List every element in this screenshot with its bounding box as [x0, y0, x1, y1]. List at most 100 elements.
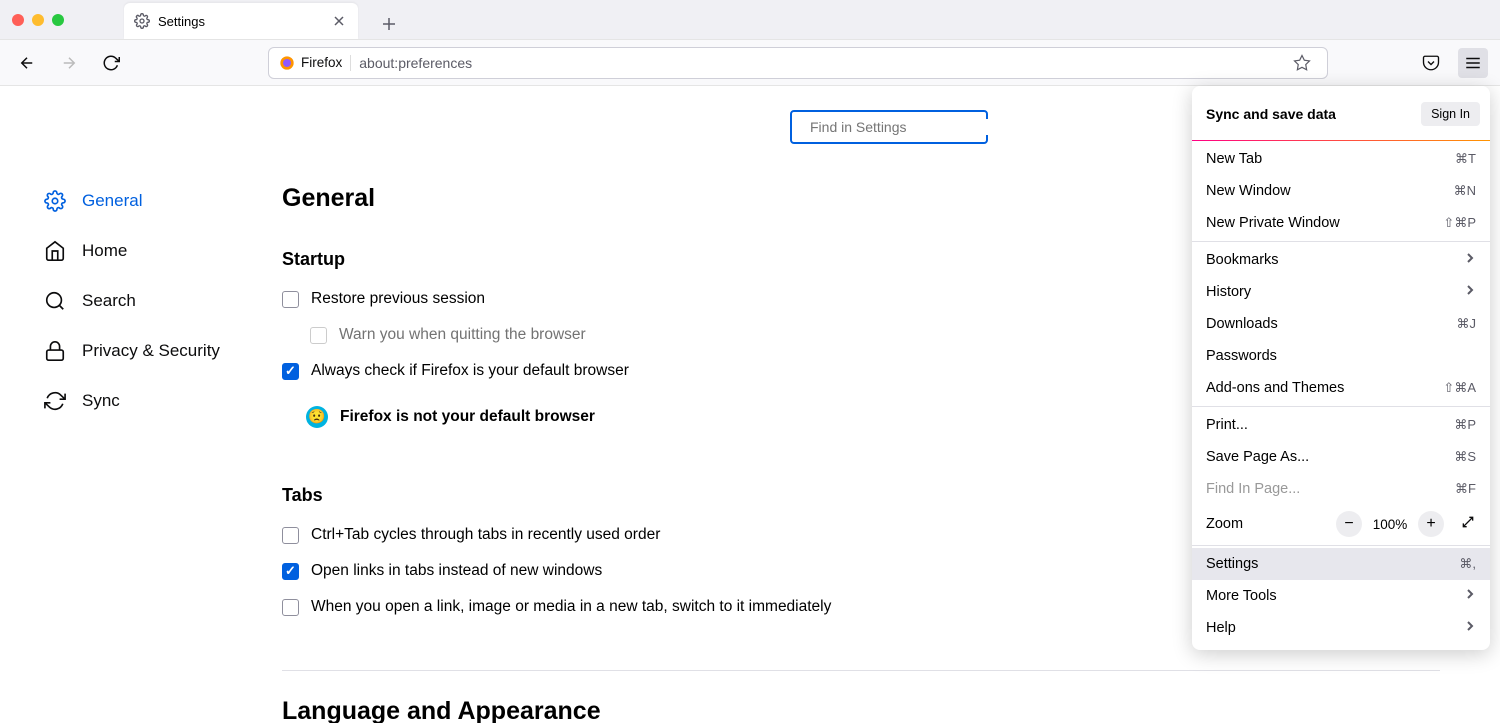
- lock-icon: [44, 340, 66, 362]
- menu-item-label: More Tools: [1206, 588, 1277, 604]
- browser-tab-settings[interactable]: Settings: [124, 3, 358, 39]
- menu-new-tab[interactable]: New Tab ⌘T: [1192, 143, 1490, 175]
- new-tab-button[interactable]: [374, 9, 404, 39]
- menu-item-shortcut: ⌘P: [1454, 417, 1476, 433]
- plus-icon: [382, 17, 396, 31]
- checkbox-label: Open links in tabs instead of new window…: [311, 562, 602, 580]
- tab-close-button[interactable]: [330, 12, 348, 30]
- chevron-right-icon: [1464, 252, 1476, 268]
- sad-face-icon: 😟: [306, 406, 328, 428]
- arrow-right-icon: [60, 54, 78, 72]
- app-menu-panel: Sync and save data Sign In New Tab ⌘T Ne…: [1192, 86, 1490, 650]
- urlbar-chip-label: Firefox: [301, 55, 342, 70]
- app-menu-button[interactable]: [1458, 48, 1488, 78]
- settings-sidebar: General Home Search Privacy & Security S…: [0, 86, 248, 723]
- menu-item-label: Passwords: [1206, 348, 1277, 364]
- menu-item-label: Downloads: [1206, 316, 1278, 332]
- window-close[interactable]: [12, 14, 24, 26]
- checkbox-label: Restore previous session: [311, 290, 485, 308]
- tab-strip: Settings: [124, 0, 404, 39]
- menu-addons[interactable]: Add-ons and Themes ⇧⌘A: [1192, 372, 1490, 404]
- menu-item-shortcut: ⌘T: [1455, 151, 1476, 167]
- home-icon: [44, 240, 66, 262]
- menu-print[interactable]: Print... ⌘P: [1192, 409, 1490, 441]
- menu-item-label: Add-ons and Themes: [1206, 380, 1344, 396]
- menu-more-tools[interactable]: More Tools: [1192, 580, 1490, 612]
- settings-search[interactable]: [790, 110, 988, 144]
- warn-quit-checkbox: [310, 327, 327, 344]
- sidebar-item-label: General: [82, 191, 142, 211]
- search-icon: [44, 290, 66, 312]
- url-bar[interactable]: Firefox about:preferences: [268, 47, 1328, 79]
- zoom-value: 100%: [1368, 517, 1412, 532]
- menu-settings[interactable]: Settings ⌘,: [1192, 548, 1490, 580]
- menu-item-label: New Private Window: [1206, 215, 1340, 231]
- checkbox-label: Warn you when quitting the browser: [339, 326, 586, 344]
- traffic-lights: [12, 14, 64, 26]
- urlbar-identity-chip[interactable]: Firefox: [279, 55, 351, 71]
- zoom-in-button[interactable]: +: [1418, 511, 1444, 537]
- menu-bookmarks[interactable]: Bookmarks: [1192, 244, 1490, 276]
- menu-item-shortcut: ⇧⌘A: [1443, 380, 1476, 396]
- menu-save-as[interactable]: Save Page As... ⌘S: [1192, 441, 1490, 473]
- menu-item-shortcut: ⌘F: [1455, 481, 1476, 497]
- pocket-icon: [1422, 54, 1440, 72]
- sidebar-item-search[interactable]: Search: [44, 276, 248, 326]
- menu-item-label: New Window: [1206, 183, 1291, 199]
- menu-item-shortcut: ⌘,: [1459, 556, 1476, 572]
- menu-item-label: Print...: [1206, 417, 1248, 433]
- nav-back-button[interactable]: [12, 48, 42, 78]
- pocket-button[interactable]: [1416, 48, 1446, 78]
- ctrl-tab-checkbox[interactable]: [282, 527, 299, 544]
- nav-forward-button[interactable]: [54, 48, 84, 78]
- fullscreen-icon: [1460, 514, 1476, 530]
- nav-reload-button[interactable]: [96, 48, 126, 78]
- chevron-right-icon: [1464, 620, 1476, 636]
- sign-in-button[interactable]: Sign In: [1421, 102, 1480, 126]
- sidebar-item-sync[interactable]: Sync: [44, 376, 248, 426]
- close-icon: [333, 15, 345, 27]
- menu-new-window[interactable]: New Window ⌘N: [1192, 175, 1490, 207]
- tab-title: Settings: [158, 14, 205, 29]
- menu-passwords[interactable]: Passwords: [1192, 340, 1490, 372]
- menu-item-label: Bookmarks: [1206, 252, 1279, 268]
- sidebar-item-privacy[interactable]: Privacy & Security: [44, 326, 248, 376]
- menu-find-in-page[interactable]: Find In Page... ⌘F: [1192, 473, 1490, 505]
- check-default-checkbox[interactable]: [282, 363, 299, 380]
- menu-downloads[interactable]: Downloads ⌘J: [1192, 308, 1490, 340]
- open-links-tabs-checkbox[interactable]: [282, 563, 299, 580]
- browser-toolbar: Firefox about:preferences: [0, 40, 1500, 86]
- chevron-right-icon: [1464, 588, 1476, 604]
- sidebar-item-label: Sync: [82, 391, 120, 411]
- arrow-left-icon: [18, 54, 36, 72]
- sidebar-item-general[interactable]: General: [44, 176, 248, 226]
- chevron-right-icon: [1464, 284, 1476, 300]
- switch-immediate-checkbox[interactable]: [282, 599, 299, 616]
- menu-item-label: Settings: [1206, 556, 1258, 572]
- reload-icon: [102, 54, 120, 72]
- menu-item-label: Find In Page...: [1206, 481, 1300, 497]
- checkbox-label: Ctrl+Tab cycles through tabs in recently…: [311, 526, 660, 544]
- menu-sync-header: Sync and save data Sign In: [1192, 92, 1490, 138]
- menu-new-private-window[interactable]: New Private Window ⇧⌘P: [1192, 207, 1490, 239]
- window-minimize[interactable]: [32, 14, 44, 26]
- hamburger-icon: [1464, 54, 1482, 72]
- fullscreen-button[interactable]: [1460, 514, 1476, 534]
- sidebar-item-label: Privacy & Security: [82, 341, 220, 361]
- bookmark-star-button[interactable]: [1287, 54, 1317, 72]
- menu-history[interactable]: History: [1192, 276, 1490, 308]
- sidebar-item-home[interactable]: Home: [44, 226, 248, 276]
- urlbar-text[interactable]: about:preferences: [359, 55, 1279, 71]
- sidebar-item-label: Home: [82, 241, 127, 261]
- zoom-out-button[interactable]: −: [1336, 511, 1362, 537]
- window-maximize[interactable]: [52, 14, 64, 26]
- settings-search-input[interactable]: [810, 119, 991, 135]
- restore-session-checkbox[interactable]: [282, 291, 299, 308]
- menu-help[interactable]: Help: [1192, 612, 1490, 644]
- menu-separator: [1192, 140, 1490, 141]
- menu-sync-title: Sync and save data: [1206, 106, 1336, 122]
- menu-item-shortcut: ⌘S: [1454, 449, 1476, 465]
- menu-item-label: New Tab: [1206, 151, 1262, 167]
- not-default-text: Firefox is not your default browser: [340, 408, 595, 426]
- menu-separator: [1192, 406, 1490, 407]
